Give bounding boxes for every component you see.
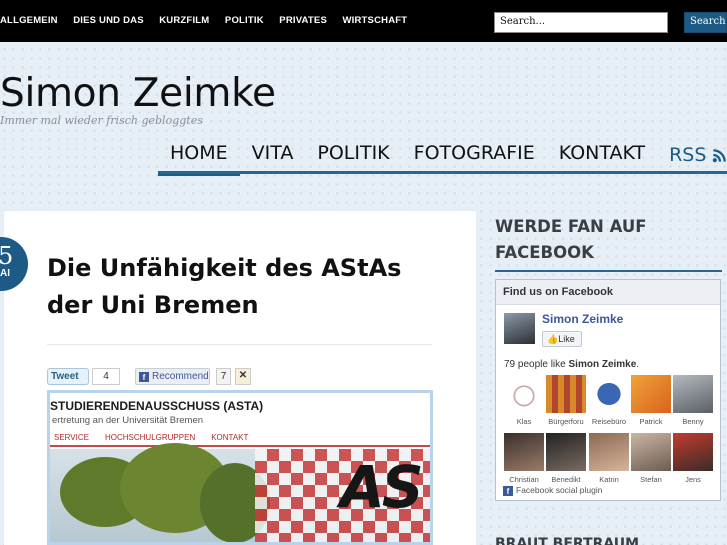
fan-avatar bbox=[673, 375, 713, 413]
topnav-item-politik[interactable]: POLITIK bbox=[225, 15, 264, 26]
fan-avatar bbox=[589, 375, 629, 413]
fan-avatar bbox=[504, 375, 544, 413]
fan-item[interactable]: Klas bbox=[504, 375, 544, 426]
image-subheading: ertretung an der Universität Bremen bbox=[52, 415, 204, 426]
facebook-plugin-label[interactable]: f Facebook social plugin bbox=[503, 485, 602, 496]
fan-name: Bürgerforu bbox=[548, 417, 584, 426]
nav-underline bbox=[158, 171, 727, 174]
image-red-line bbox=[50, 445, 430, 447]
image-nav: SERVICE HOCHSCHULGRUPPEN KONTAKT bbox=[54, 433, 264, 442]
like-count-prefix: 79 people like bbox=[504, 359, 566, 370]
fan-item[interactable]: Jens bbox=[673, 433, 713, 484]
post-image[interactable]: STUDIERENDENAUSSCHUSS (ASTA) ertretung a… bbox=[47, 390, 433, 545]
fan-item[interactable]: Patrick bbox=[631, 375, 671, 426]
post-date-month: AI bbox=[0, 268, 10, 279]
image-nav-kontakt: KONTAKT bbox=[211, 433, 249, 442]
site-tagline: Immer mal wieder frisch gebloggtes bbox=[0, 114, 203, 127]
fan-item[interactable]: Christian bbox=[504, 433, 544, 484]
fan-name: Jens bbox=[685, 475, 701, 484]
recommend-label: Recommend bbox=[152, 371, 209, 382]
top-bar: ALLGEMEIN DIES UND DAS KURZFILM POLITIK … bbox=[0, 0, 727, 42]
facebook-page-name[interactable]: Simon Zeimke bbox=[542, 312, 623, 326]
site-title[interactable]: Simon Zeimke bbox=[0, 71, 276, 116]
facebook-like-button[interactable]: 👍Like bbox=[542, 331, 582, 347]
fan-avatar bbox=[631, 375, 671, 413]
topnav-item-wirtschaft[interactable]: WIRTSCHAFT bbox=[342, 15, 407, 26]
search-input[interactable]: Search... bbox=[494, 12, 668, 33]
facebook-like-count: 79 people like Simon Zeimke. bbox=[504, 359, 639, 370]
fan-name: Klas bbox=[516, 417, 532, 426]
fan-avatar bbox=[546, 375, 586, 413]
image-heading: STUDIERENDENAUSSCHUSS (ASTA) bbox=[50, 399, 264, 413]
fan-item[interactable]: Reisebüro bbox=[589, 375, 629, 426]
post-divider bbox=[47, 344, 432, 345]
fan-item[interactable]: Bürgerforu bbox=[546, 375, 586, 426]
fan-avatar bbox=[546, 433, 586, 471]
tweet-count: 4 bbox=[92, 368, 120, 385]
tweet-button[interactable]: Tweet bbox=[47, 368, 89, 385]
sidebar-widget-title: WERDE FAN AUF FACEBOOK bbox=[495, 217, 647, 262]
tweet-label: Tweet bbox=[51, 371, 79, 382]
topnav-item-privates[interactable]: PRIVATES bbox=[279, 15, 327, 26]
fan-name: Benedikt bbox=[551, 475, 581, 484]
topnav-item-kurzfilm[interactable]: KURZFILM bbox=[159, 15, 209, 26]
image-nav-hochschulgruppen: HOCHSCHULGRUPPEN bbox=[104, 433, 196, 442]
image-nav-service: SERVICE bbox=[54, 433, 89, 442]
fan-name: Reisebüro bbox=[591, 417, 627, 426]
facebook-box-header: Find us on Facebook bbox=[496, 280, 720, 305]
fan-avatar bbox=[631, 433, 671, 471]
thumbs-up-icon: 👍 bbox=[547, 334, 559, 344]
fan-avatar bbox=[504, 433, 544, 471]
fan-item[interactable]: Benny bbox=[673, 375, 713, 426]
sidebar-title-underline bbox=[495, 270, 722, 272]
fan-avatar bbox=[589, 433, 629, 471]
topnav-item-dies-und-das[interactable]: DIES UND DAS bbox=[73, 15, 144, 26]
facebook-like-box: Find us on Facebook Simon Zeimke 👍Like 7… bbox=[495, 279, 721, 501]
fan-avatar bbox=[673, 433, 713, 471]
fan-name: Patrick bbox=[639, 417, 663, 426]
like-count-name: Simon Zeimke bbox=[568, 359, 637, 370]
fan-item[interactable]: Benedikt bbox=[546, 433, 586, 484]
fan-item[interactable]: Stefan bbox=[631, 433, 671, 484]
next-widget-title-text: BRAUT BERTRAUM bbox=[495, 537, 640, 545]
topnav-item-allgemein[interactable]: ALLGEMEIN bbox=[0, 15, 58, 26]
rss-icon bbox=[713, 148, 727, 162]
fan-name: Stefan bbox=[640, 475, 662, 484]
fan-item[interactable]: Katrin bbox=[589, 433, 629, 484]
nav-rss-label: RSS bbox=[669, 144, 707, 166]
like-count-suffix: . bbox=[636, 359, 640, 370]
sidebar-next-widget-title: BRAUT BERTRAUM bbox=[495, 537, 645, 545]
post-date-day: 5 bbox=[0, 242, 14, 270]
facebook-icon: f bbox=[503, 486, 513, 496]
facebook-recommend-button[interactable]: f Recommend bbox=[135, 368, 210, 385]
xing-share-icon[interactable]: ✕ bbox=[235, 368, 251, 385]
top-navigation: ALLGEMEIN DIES UND DAS KURZFILM POLITIK … bbox=[0, 15, 423, 26]
plugin-label-text: Facebook social plugin bbox=[516, 485, 603, 495]
post-title[interactable]: Die Unfähigkeit des AStAs der Uni Bremen bbox=[47, 250, 447, 324]
fan-name: Christian bbox=[509, 475, 539, 484]
recommend-count: 7 bbox=[216, 368, 231, 385]
image-logo-text: AS bbox=[340, 453, 424, 521]
like-label: Like bbox=[558, 334, 575, 344]
facebook-icon: f bbox=[139, 372, 149, 382]
page-avatar[interactable] bbox=[504, 313, 535, 344]
fan-name: Benny bbox=[682, 417, 704, 426]
fan-name: Katrin bbox=[599, 475, 619, 484]
search-button[interactable]: Search bbox=[684, 12, 727, 33]
